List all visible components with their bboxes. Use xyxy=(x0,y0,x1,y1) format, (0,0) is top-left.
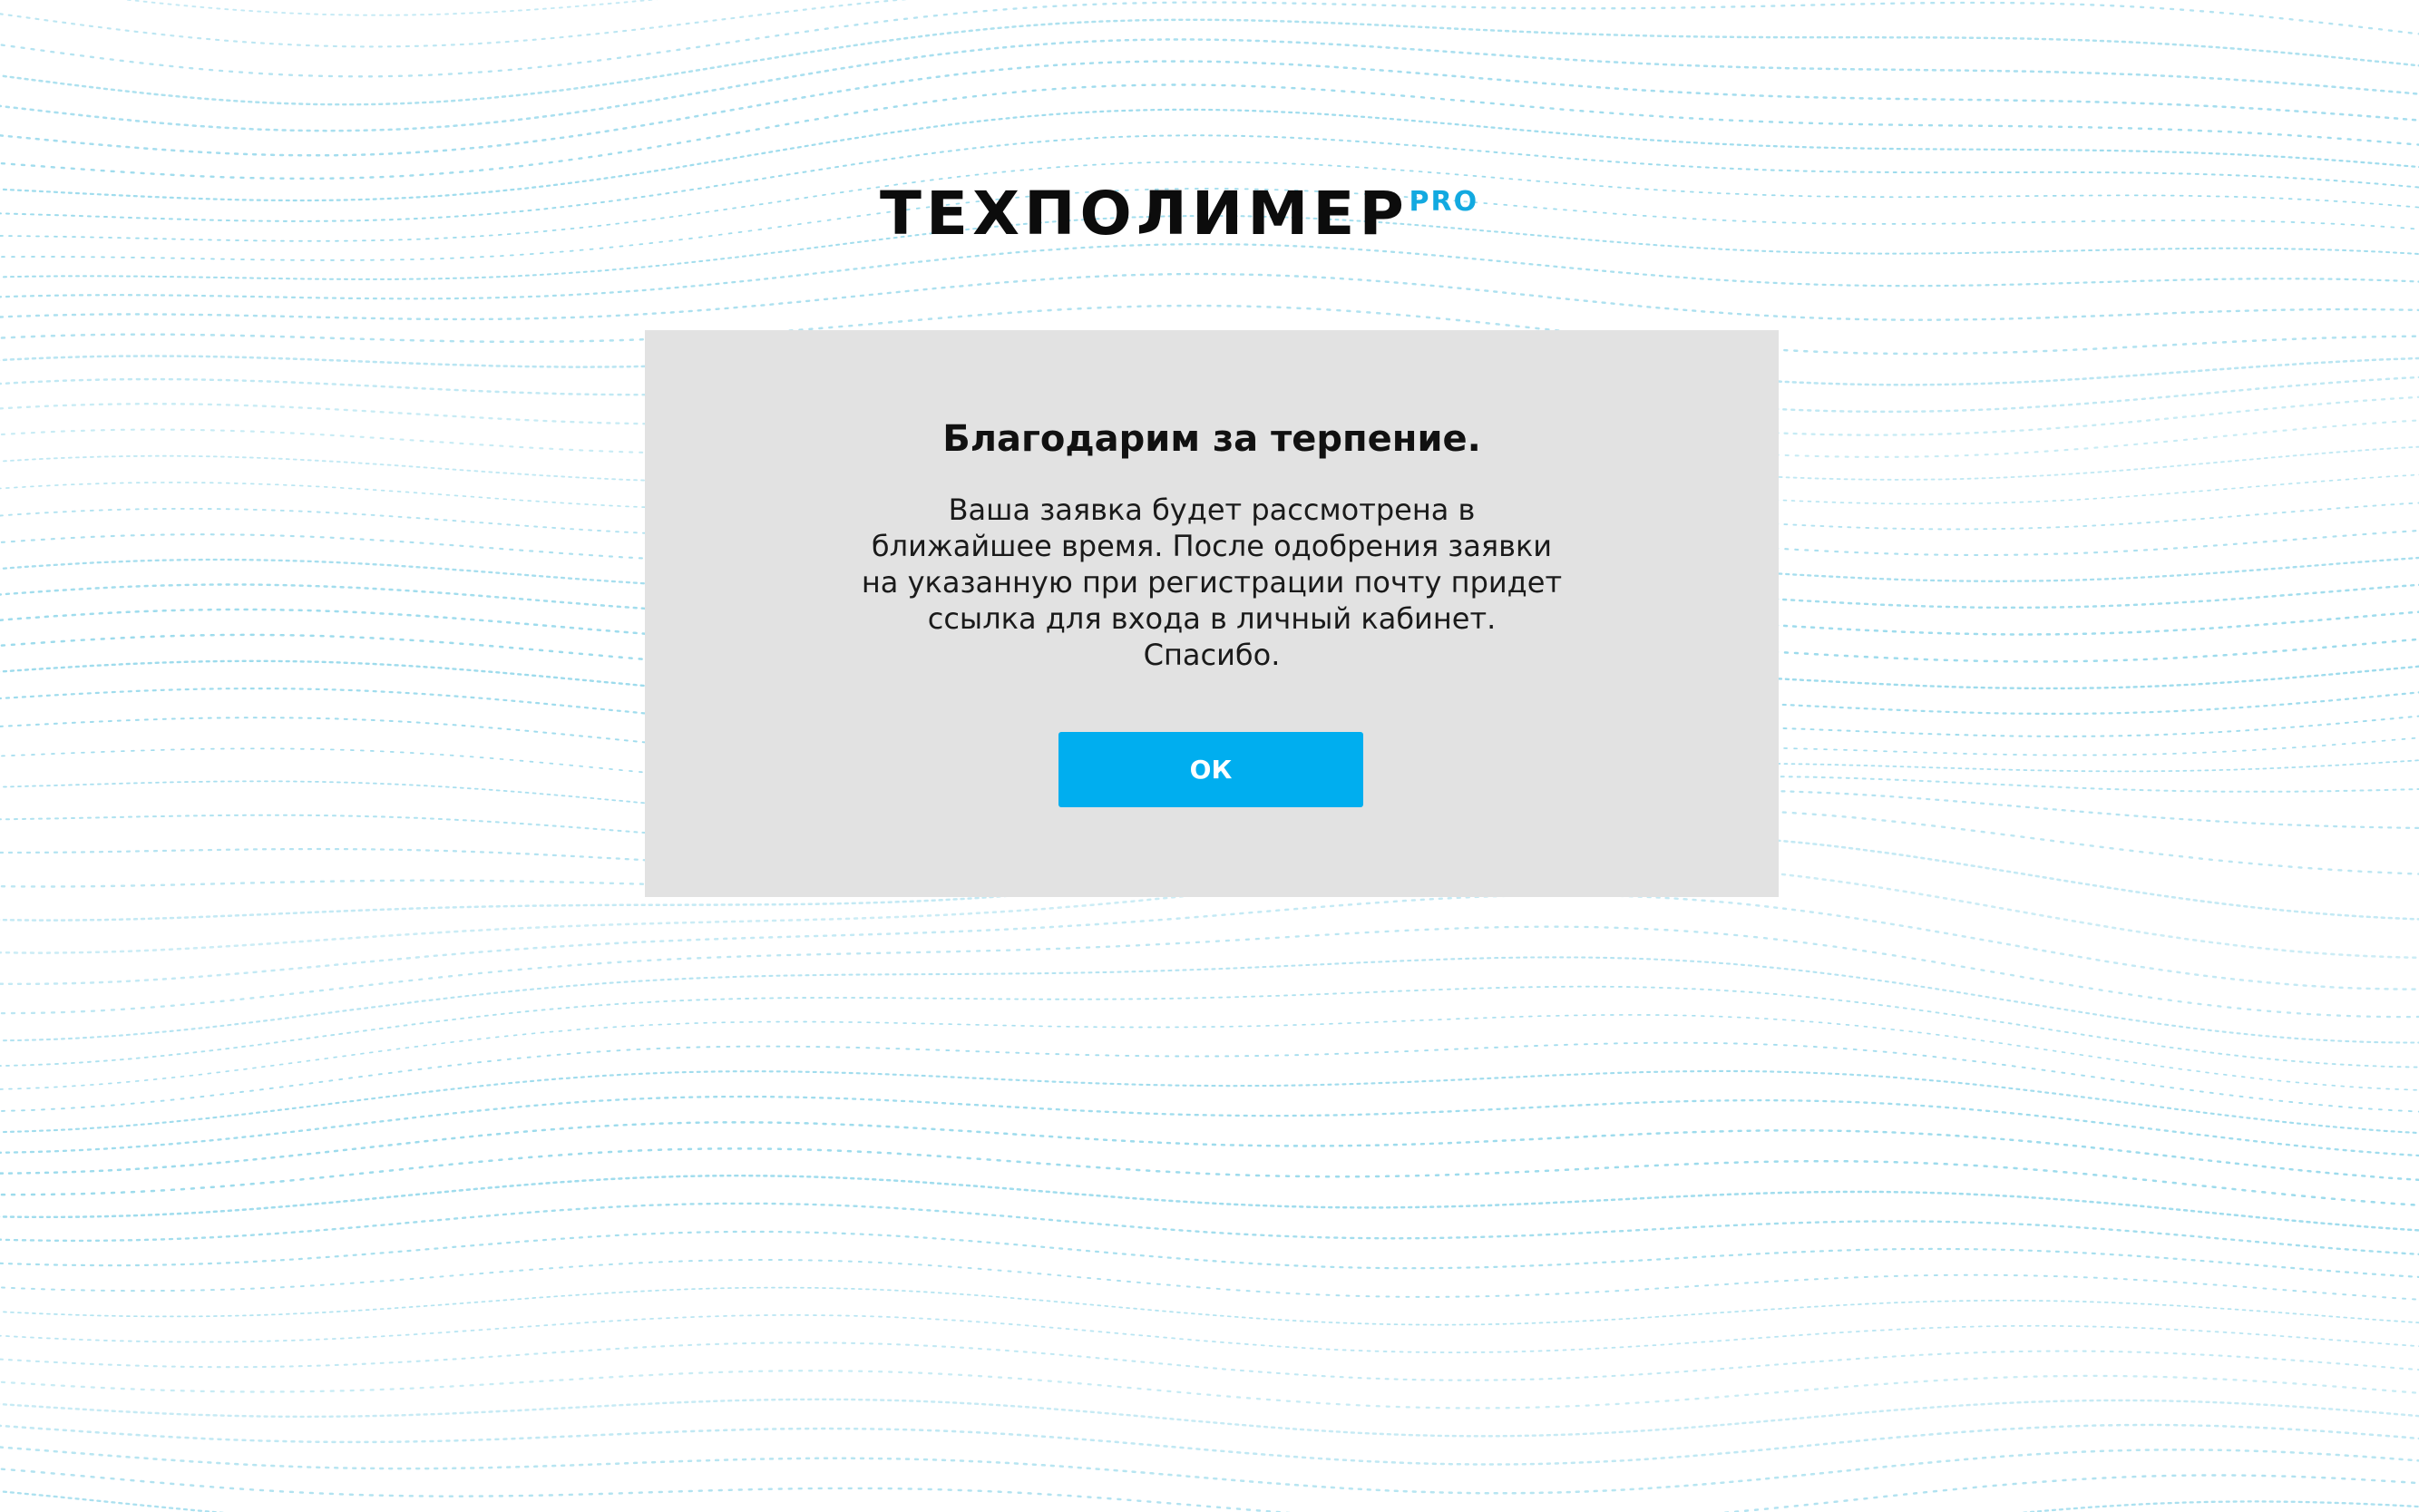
logo-wordmark: ТЕХПОЛИМЕР xyxy=(880,179,1409,249)
company-logo: ТЕХПОЛИМЕР PRO xyxy=(880,178,1478,250)
wave-line xyxy=(0,1446,2419,1495)
wave-line xyxy=(0,1230,2419,1279)
wave-line xyxy=(0,985,2419,1068)
message-line: Ваша заявка будет рассмотрена в xyxy=(948,493,1476,527)
message-line: ближайшее время. После одобрения заявки xyxy=(871,529,1553,563)
wave-line xyxy=(0,1174,2419,1232)
wave-line xyxy=(0,1490,2419,1512)
wave-line xyxy=(122,0,658,16)
thank-you-dialog: Благодарим за терпение. Ваша заявка буде… xyxy=(645,330,1779,897)
wave-line xyxy=(0,1259,2419,1301)
logo-pro-suffix: PRO xyxy=(1409,186,1479,218)
wave-line xyxy=(0,925,2419,1019)
wave-line xyxy=(0,243,2419,300)
dialog-title: Благодарим за терпение. xyxy=(942,418,1481,460)
wave-line xyxy=(0,1202,2419,1256)
wave-line xyxy=(0,1147,2419,1206)
message-line: Спасибо. xyxy=(1143,638,1281,672)
wave-line xyxy=(0,956,2419,1044)
message-line: на указанную при регистрации почту приде… xyxy=(861,565,1563,600)
wave-line xyxy=(0,1014,2419,1091)
page: ТЕХПОЛИМЕР PRO Благодарим за терпение. В… xyxy=(0,0,2419,1512)
wave-line xyxy=(0,1314,2419,1353)
wave-line xyxy=(0,1468,2419,1512)
wave-line xyxy=(0,1370,2419,1410)
wave-line xyxy=(0,38,2419,132)
dialog-message: Ваша заявка будет рассмотрена в ближайше… xyxy=(853,492,1570,673)
wave-line xyxy=(0,1286,2419,1326)
wave-line xyxy=(0,272,2419,321)
wave-line xyxy=(0,60,2419,157)
wave-line xyxy=(0,83,2419,180)
ok-button[interactable]: ОК xyxy=(1058,732,1363,807)
message-line: ссылка для входа в личный кабинет. xyxy=(927,601,1497,636)
wave-line xyxy=(0,1398,2419,1438)
wave-line xyxy=(0,1423,2419,1466)
wave-line xyxy=(0,1341,2419,1381)
wave-line xyxy=(0,1069,2419,1135)
